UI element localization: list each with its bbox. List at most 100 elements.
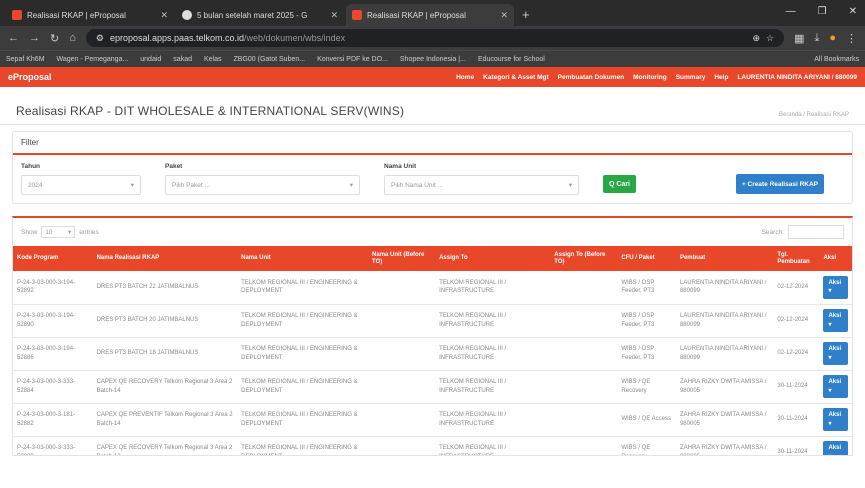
menu-summary[interactable]: Summary <box>676 74 706 81</box>
cell-nama-unit: TELKOM REGIONAL III / ENGINEERING & DEPL… <box>237 304 369 338</box>
header-cfu-paket[interactable]: CFU / Paket <box>617 246 676 271</box>
header-assign-to[interactable]: Assign To <box>435 246 551 271</box>
header-assign-to-before[interactable]: Assign To (Before TO) <box>550 246 618 271</box>
app-brand[interactable]: eProposal <box>8 72 52 82</box>
close-icon[interactable]: ✕ <box>330 10 338 21</box>
cell-pembuat: ZAHRA RIZKY DWITA AMISSA / 980005 <box>675 403 774 437</box>
browser-tab-active[interactable]: Realisasi RKAP | eProposal ✕ <box>346 4 514 26</box>
cari-button[interactable]: Q Cari <box>603 175 637 193</box>
menu-home[interactable]: Home <box>456 74 474 81</box>
close-icon[interactable]: ✕ <box>500 10 508 21</box>
aksi-button[interactable]: Aksi ▾ <box>823 342 848 365</box>
bookmark-item[interactable]: Shopee Indonesia |... <box>400 56 466 63</box>
cell-cfu-paket: WIBS / QE Recovery <box>617 370 676 404</box>
menu-help[interactable]: Help <box>714 74 728 81</box>
header-nama-realisasi[interactable]: Nama Realisasi RKAP <box>92 246 238 271</box>
browser-tab[interactable]: 5 bulan setelah maret 2025 - G ✕ <box>176 4 344 26</box>
chevron-down-icon: ▾ <box>68 229 72 236</box>
bookmark-item[interactable]: ZBG00 (Gatot Suben... <box>234 56 306 63</box>
cell-nama-realisasi: DRES PT3 BATCH 22 JATIMBALNUS <box>92 271 238 305</box>
cell-nama-unit: TELKOM REGIONAL III / ENGINEERING & DEPL… <box>237 436 369 455</box>
tab-title: Realisasi RKAP | eProposal <box>27 10 126 20</box>
bookmark-item[interactable]: sakad <box>173 56 192 63</box>
entries-value: 10 <box>45 228 53 236</box>
tahun-select[interactable]: 2024 ▾ <box>21 175 141 195</box>
cell-aksi: Aksi ▾ <box>819 271 852 305</box>
header-nama-unit[interactable]: Nama Unit <box>237 246 369 271</box>
cell-cfu-paket: WIBS / OSP Feeder, PT3 <box>617 271 676 305</box>
home-icon[interactable]: ⌂ <box>69 32 76 44</box>
url-field[interactable]: ⚙ eproposal.apps.paas.telkom.co.id/web/d… <box>85 29 785 47</box>
bookmark-star-icon[interactable]: ☆ <box>766 33 774 44</box>
new-tab-icon[interactable]: + <box>516 4 536 26</box>
maximize-icon[interactable]: ❐ <box>818 6 827 17</box>
bookmark-item[interactable]: Wagen - Pemeganga... <box>57 56 129 63</box>
bookmark-item[interactable]: Kelas <box>204 56 222 63</box>
reload-icon[interactable]: ↻ <box>50 32 59 45</box>
extensions-icon[interactable]: ▦ <box>794 32 804 45</box>
browser-tab[interactable]: Realisasi RKAP | eProposal ✕ <box>6 4 174 26</box>
header-tgl-pembuatan[interactable]: Tgl. Pembuatan <box>773 246 820 271</box>
menu-icon[interactable]: ⋮ <box>846 32 857 45</box>
cell-assign-to-before <box>550 403 618 437</box>
menu-user[interactable]: LAURENTIA NINDITA ARIYANI / 880099 <box>737 74 857 81</box>
chevron-down-icon: ▾ <box>130 182 134 189</box>
profile-icon[interactable]: ● <box>829 32 836 44</box>
close-window-icon[interactable]: ✕ <box>849 6 857 17</box>
unit-placeholder: Pilih Nama Unit ... <box>391 181 444 189</box>
table-row: P-24-3-03-000-3-194-52890 DRES PT3 BATCH … <box>13 304 852 338</box>
unit-label: Nama Unit <box>384 163 417 170</box>
bookmark-item[interactable]: Educourse for School <box>478 56 545 63</box>
cell-tgl-pembuatan: 02-12-2024 <box>773 304 820 338</box>
bookmark-item[interactable]: Konversi PDF ke DO... <box>317 56 388 63</box>
unit-select[interactable]: Pilih Nama Unit ... ▾ <box>384 175 579 195</box>
header-kode-program[interactable]: Kode Program <box>13 246 93 271</box>
all-bookmarks[interactable]: All Bookmarks <box>814 56 859 63</box>
bookmark-item[interactable]: undaid <box>140 56 161 63</box>
cell-assign-to: TELKOM REGIONAL III / INFRASTRUCTURE <box>435 436 551 455</box>
aksi-button[interactable]: Aksi ▾ <box>823 408 848 431</box>
aksi-button[interactable]: Aksi ▾ <box>823 375 848 398</box>
aksi-button[interactable]: Aksi ▾ <box>823 441 848 455</box>
cell-nama-unit-before <box>368 436 436 455</box>
cell-kode-program: P-24-3-03-000-3-181-52882 <box>13 403 93 437</box>
forward-icon[interactable]: → <box>29 32 40 44</box>
header-pembuat[interactable]: Pembuat <box>675 246 774 271</box>
table-row: P-24-3-03-000-3-194-52892 DRES PT3 BATCH … <box>13 271 852 305</box>
aksi-button[interactable]: Aksi ▾ <box>823 309 848 332</box>
minimize-icon[interactable]: — <box>786 6 796 17</box>
entries-select[interactable]: 10 ▾ <box>41 226 76 238</box>
cell-kode-program: P-24-3-03-000-3-194-52890 <box>13 304 93 338</box>
cell-cfu-paket: WIBS / QE Recovery <box>617 436 676 455</box>
download-icon[interactable]: ⤓ <box>814 32 819 45</box>
site-info-icon[interactable]: ⚙ <box>96 33 104 44</box>
menu-pembuatan-dokumen[interactable]: Pembuatan Dokumen <box>558 74 624 81</box>
cell-assign-to-before <box>550 304 618 338</box>
unit-field: Nama Unit Pilih Nama Unit ... ▾ <box>384 163 579 195</box>
favicon-icon <box>182 10 192 20</box>
breadcrumb[interactable]: Beranda / Realisasi RKAP <box>779 112 849 118</box>
cell-nama-realisasi: DRES PT3 BATCH 20 JATIMBALNUS <box>92 304 238 338</box>
paket-placeholder: Pilih Paket ... <box>172 181 210 189</box>
cell-nama-unit: TELKOM REGIONAL III / ENGINEERING & DEPL… <box>237 403 369 437</box>
cell-tgl-pembuatan: 30-11-2024 <box>773 403 820 437</box>
cell-assign-to-before <box>550 370 618 404</box>
cell-aksi: Aksi ▾ <box>819 337 852 371</box>
bookmark-item[interactable]: Sepaf Kh6M <box>6 56 45 63</box>
aksi-button[interactable]: Aksi ▾ <box>823 275 848 299</box>
menu-kategori[interactable]: Kategori & Asset Mgt <box>483 74 549 81</box>
search-label: Search: <box>761 228 784 236</box>
search-input[interactable] <box>788 225 844 239</box>
close-icon[interactable]: ✕ <box>160 10 168 21</box>
menu-monitoring[interactable]: Monitoring <box>633 74 667 81</box>
zoom-icon[interactable]: ⊕ <box>752 33 760 44</box>
back-icon[interactable]: ← <box>8 32 19 44</box>
create-realisasi-button[interactable]: + Create Realisasi RKAP <box>735 174 824 194</box>
favicon-icon <box>12 10 22 20</box>
paket-label: Paket <box>165 163 183 170</box>
app-navbar: eProposal Home Kategori & Asset Mgt Pemb… <box>0 67 865 87</box>
cell-nama-unit: TELKOM REGIONAL III / ENGINEERING & DEPL… <box>237 337 369 371</box>
paket-select[interactable]: Pilih Paket ... ▾ <box>165 175 360 195</box>
cell-nama-realisasi: DRES PT3 BATCH 18 JATIMBALNUS <box>92 337 238 371</box>
header-nama-unit-before[interactable]: Nama Unit (Before TO) <box>368 246 436 271</box>
